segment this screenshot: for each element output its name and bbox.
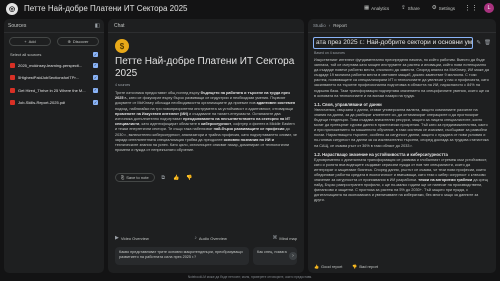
add-label: Add [28, 39, 36, 44]
sources-panel: Sources ◧ + Add ⊕ Discover Select all so… [4, 19, 104, 273]
source-checkbox[interactable]: ✓ [93, 100, 98, 106]
studio-breadcrumb: Studio › Report [308, 19, 496, 33]
report-title-row: ата през 2025 г.: Най-добрите сектори и … [313, 37, 491, 49]
video-overview-button[interactable]: ▶ Video Overview [115, 235, 149, 241]
top-actions: ▦ Analytics ⇪ Share ⚙ Settings ⋮⋮ L [361, 3, 494, 13]
edit-icon[interactable]: ✎ [476, 40, 481, 46]
studio-link[interactable]: Studio [313, 23, 326, 28]
sources-title: Sources [8, 22, 27, 29]
settings-label: Settings [438, 5, 455, 11]
source-item[interactable]: 2025_mckinsey-learning-perspecti... ✓ [4, 59, 104, 72]
select-all-label: Select all sources [10, 52, 42, 57]
share-label: Share [407, 5, 420, 11]
pdf-icon [10, 62, 15, 68]
analytics-icon: ▦ [363, 5, 370, 11]
thumbs-up-icon[interactable]: 👍 [172, 173, 181, 182]
save-to-note-button[interactable]: ⎘ Save to note [115, 173, 155, 182]
audio-overview-icon: ♪ [194, 235, 197, 241]
thumbs-down-icon: 👎 [352, 264, 358, 269]
chat-body: $ Петте Най-добре Платени ИТ Сектора 202… [108, 33, 304, 186]
share-button[interactable]: ⇪ Share [398, 3, 423, 13]
breadcrumb-current: Report [333, 23, 347, 28]
discover-label: Discover [72, 39, 89, 44]
source-item[interactable]: 5HighestPaidJobSectionsforITPr... ✓ [4, 72, 104, 85]
report-section-text: Увеличения, свързани с данни, стават уни… [314, 107, 489, 148]
studio-panel: Studio › Report ата през 2025 г.: Най-до… [308, 19, 496, 273]
source-name: Get Hired_Thrive in 25 Where the M... [18, 87, 86, 93]
notebooklm-logo-icon[interactable]: ◎ [6, 3, 18, 15]
delete-icon[interactable]: 🗑 [484, 40, 491, 46]
source-name: Job-Skills-Report-2025.pdf [18, 100, 66, 106]
audio-overview-button[interactable]: ♪ Audio Overview [194, 235, 227, 241]
pdf-icon [10, 100, 15, 106]
disclaimer-footer: NotebookLM може да бъде неточен; моля, п… [187, 275, 313, 279]
overview-generators: ▶ Video Overview ♪ Audio Overview ⌘ Mind… [115, 235, 297, 241]
analytics-button[interactable]: ▦ Analytics [361, 3, 392, 13]
apps-grid-icon[interactable]: ⋮⋮ [464, 4, 478, 12]
report-source-note: Based on 4 sources [314, 51, 345, 55]
pdf-icon [10, 87, 15, 93]
good-report-button[interactable]: 👍 Good report [314, 264, 342, 269]
report-section-heading: 1.1. Своя, управлявани от данни [314, 101, 382, 107]
mind-map-label: Mind map [279, 235, 297, 241]
bad-report-button[interactable]: 👎 Bad report [352, 264, 378, 269]
source-name: 2025_mckinsey-learning-perspecti... [18, 62, 83, 68]
report-section-heading: 1.2. Нарастващо значение на устойчивостт… [314, 151, 448, 157]
notebook-title[interactable]: Петте Най-добре Платени ИТ Сектора 2025 [24, 4, 187, 13]
video-overview-icon: ▶ [115, 235, 119, 241]
collapse-panel-icon[interactable]: ◧ [95, 23, 100, 29]
report-section-text: Едновременно с дигиталната трансформация… [314, 157, 488, 203]
report-title-field[interactable]: ата през 2025 г.: Най-добрите сектори и … [313, 37, 474, 49]
chat-header: Chat [108, 19, 304, 33]
select-all-row[interactable]: Select all sources ✓ [4, 50, 104, 59]
discover-button[interactable]: ⊕ Discover [57, 37, 99, 46]
suggested-questions: Какво представляват трите основни макрот… [115, 247, 297, 265]
report-feedback: 👍 Good report 👎 Bad report [314, 264, 378, 269]
add-source-button[interactable]: + Add [9, 37, 51, 46]
video-overview-label: Video Overview [120, 235, 149, 241]
source-item[interactable]: Get Hired_Thrive in 25 Where the M... ✓ [4, 84, 104, 97]
top-bar: ◎ Петте Най-добре Платени ИТ Сектора 202… [0, 0, 500, 18]
settings-button[interactable]: ⚙ Settings [429, 3, 458, 13]
report-intro: Изкуственият интелект фундаментално прео… [314, 58, 489, 98]
source-count: 4 sources [115, 83, 131, 87]
copy-icon[interactable]: ⧉ [159, 173, 168, 182]
report-body: Изкуственият интелект фундаментално прео… [314, 58, 490, 248]
discover-icon: ⊕ [67, 39, 71, 44]
chat-panel: Chat $ Петте Най-добре Платени ИТ Сектор… [108, 19, 304, 273]
summary-actions: ⎘ Save to note ⧉ 👍 👎 [115, 173, 297, 182]
settings-icon: ⚙ [431, 5, 437, 11]
breadcrumb-separator: › [328, 23, 331, 28]
bad-report-label: Bad report [359, 264, 379, 269]
sources-actions: + Add ⊕ Discover [4, 33, 104, 50]
chat-title: Chat [114, 22, 125, 29]
mind-map-icon: ⌘ [272, 235, 278, 241]
source-checkbox[interactable]: ✓ [93, 75, 98, 81]
select-all-checkbox[interactable]: ✓ [93, 52, 98, 57]
thumbs-up-icon: 👍 [314, 264, 319, 269]
plus-icon: + [24, 39, 27, 44]
notebook-heading: Петте Най-добре Платени ИТ Сектора 2025 [115, 56, 295, 79]
analytics-label: Analytics [371, 5, 390, 11]
suggested-question[interactable]: Какво представляват трите основни макрот… [115, 247, 249, 265]
mind-map-button[interactable]: ⌘ Mind map [272, 235, 297, 241]
chevron-right-icon[interactable]: › [289, 252, 297, 260]
thumbs-down-icon[interactable]: 👎 [185, 173, 194, 182]
save-note-icon: ⎘ [121, 175, 125, 180]
source-checkbox[interactable]: ✓ [93, 87, 98, 93]
audio-overview-label: Audio Overview [198, 235, 227, 241]
money-bag-icon: $ [115, 39, 129, 53]
save-to-note-label: Save to note [126, 175, 149, 180]
source-checkbox[interactable]: ✓ [93, 62, 98, 68]
share-icon: ⇪ [401, 5, 406, 11]
sources-header: Sources ◧ [4, 19, 104, 33]
notebook-summary: Трите източника предоставят общ поглед в… [115, 91, 297, 153]
source-name: 5HighestPaidJobSectionsforITPr... [18, 75, 79, 81]
avatar[interactable]: L [484, 3, 494, 13]
good-report-label: Good report [320, 264, 343, 269]
pdf-icon [10, 75, 15, 81]
source-item[interactable]: Job-Skills-Report-2025.pdf ✓ [4, 97, 104, 110]
